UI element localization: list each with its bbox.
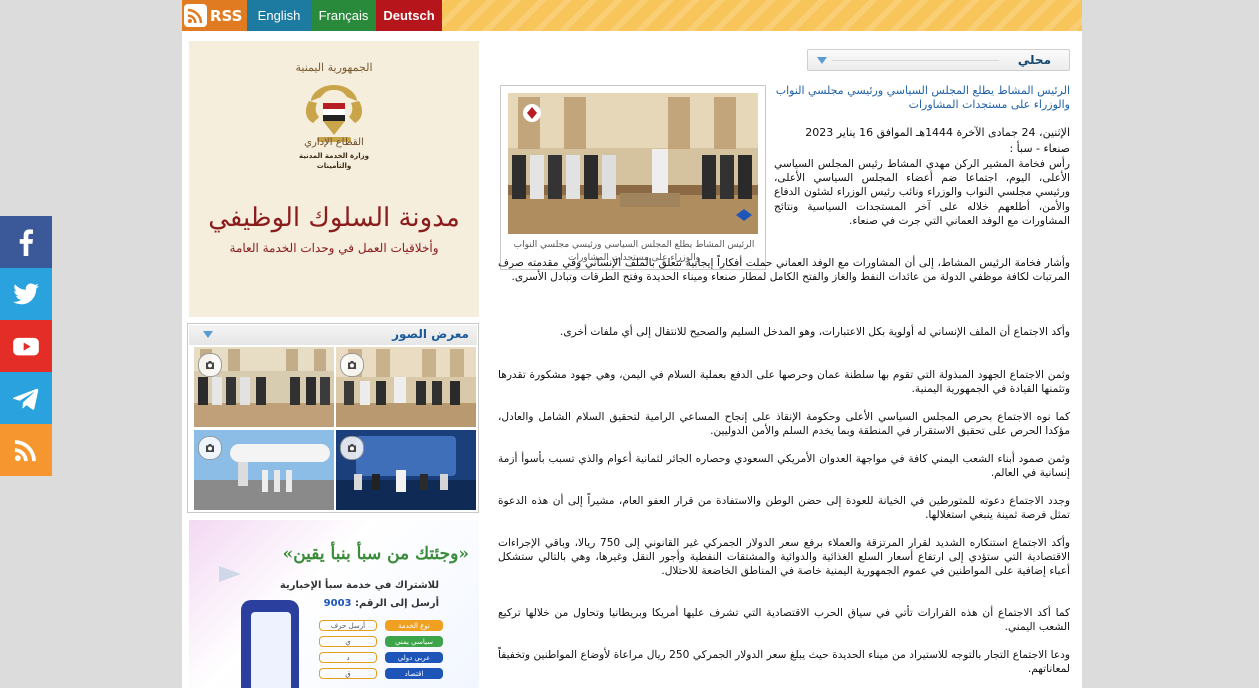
table-cell: د [319, 652, 377, 663]
article-paragraph: وأكد الاجتماع استنكاره الشديد لقرار المر… [498, 537, 1070, 577]
banner-title: مدونة السلوك الوظيفي [208, 203, 460, 233]
phone-screen [251, 612, 291, 688]
banner2-line2: أرسل إلى الرقم: 9003 [324, 598, 439, 609]
article-paragraph: رأس فخامة المشير الركن مهدي المشاط رئيس … [774, 158, 1070, 227]
banner-sector-text: القطاع الإداري [304, 137, 364, 148]
banner2-headline: «وجئتك من سبأ بنبأ يقين» [282, 544, 469, 564]
chevron-down-icon[interactable] [203, 331, 213, 338]
facebook-link[interactable] [0, 216, 52, 268]
banner2-line1: للاشتراك في خدمة سبأ الإخبارية [279, 580, 439, 591]
rss-feed-icon [14, 440, 36, 462]
camera-icon [340, 436, 364, 460]
table-cell: عربي دولي [385, 652, 443, 663]
meeting-photo [508, 93, 758, 234]
language-english[interactable]: English [247, 0, 311, 31]
saba-subscription-banner[interactable]: «وجئتك من سبأ بنبأ يقين» للاشتراك في خدم… [189, 520, 479, 688]
gallery-thumb-1[interactable] [336, 347, 476, 427]
gallery-title: معرض الصور [392, 327, 469, 341]
article-photo-box: الرئيس المشاط يطلع المجلس السياسي ورئيسي… [500, 85, 766, 270]
telegram-link[interactable] [0, 372, 52, 424]
code-of-conduct-banner[interactable]: الجمهورية اليمنية القطاع الإداري وزارة ا… [189, 41, 479, 317]
banner2-number: 9003 [323, 598, 352, 609]
chevron-down-icon[interactable] [817, 57, 827, 64]
camera-icon [198, 353, 222, 377]
banner-country-text: الجمهورية اليمنية [295, 61, 373, 74]
language-german[interactable]: Deutsch [376, 0, 442, 31]
article-date: الإثنين، 24 جمادى الآخرة 1444هـ الموافق … [805, 126, 1070, 139]
rss-icon [184, 4, 207, 27]
article-paragraph: كما نوه الاجتماع بحرص المجلس السياسي الأ… [498, 411, 1070, 437]
twitter-icon [13, 283, 39, 305]
facebook-icon [19, 229, 33, 256]
service-table-row: ق اقتصاد [319, 668, 443, 679]
section-divider [832, 60, 999, 61]
article-paragraph: وثمن صمود أبناء الشعب اليمني كافة في موا… [498, 453, 1070, 479]
rss-button[interactable]: RSS [182, 0, 247, 31]
banner-ministry-line2: والتأمينات [316, 162, 352, 170]
service-table-row: ي سياسي يمني [319, 636, 443, 647]
table-cell: سياسي يمني [385, 636, 443, 647]
article-paragraph: وثمن الاجتماع الجهود المبذولة التي تقوم … [498, 369, 1070, 395]
gallery-thumb-2[interactable] [194, 347, 334, 427]
page-container: RSS English Français Deutsch الجمهورية ا… [182, 0, 1082, 688]
table-cell: نوع الخدمة [385, 620, 443, 631]
rss-label: RSS [210, 6, 243, 25]
table-cell: ي [319, 636, 377, 647]
gallery-header: معرض الصور [189, 325, 477, 345]
gallery-thumb-3[interactable] [336, 430, 476, 510]
table-cell: ق [319, 668, 377, 679]
banner-ministry-line1: وزارة الخدمة المدنية [298, 152, 369, 160]
article-paragraph: وأشار فخامة الرئيس المشاط، إلى أن المشاو… [498, 257, 1070, 283]
youtube-icon [13, 337, 39, 356]
twitter-link[interactable] [0, 268, 52, 320]
article-photo[interactable] [508, 93, 758, 234]
photo-gallery: معرض الصور [187, 323, 479, 513]
article-paragraph: وأكد الاجتماع أن الملف الإنساني له أولوي… [560, 326, 1070, 338]
language-french[interactable]: Français [311, 0, 376, 31]
camera-icon [340, 353, 364, 377]
section-header: محلي [807, 49, 1070, 71]
article-paragraph: كما أكد الاجتماع أن هذه القرارات تأتي في… [498, 607, 1070, 633]
table-cell: أرسل حرف [319, 620, 377, 631]
section-title: محلي [1017, 53, 1051, 67]
article-paragraph: ودعا الاجتماع التجار بالتوجه للاستيراد م… [498, 649, 1070, 675]
article-dateline: صنعاء - سبأ : [1009, 142, 1070, 155]
youtube-link[interactable] [0, 320, 52, 372]
camera-icon [198, 436, 222, 460]
paper-plane-icon [219, 566, 241, 582]
banner2-send-to-label: أرسل إلى الرقم: [355, 598, 439, 609]
service-table: أرسل حرف نوع الخدمة ي سياسي يمني د عربي … [319, 620, 443, 684]
service-table-row: د عربي دولي [319, 652, 443, 663]
rss-feed-link[interactable] [0, 424, 52, 476]
article-headline[interactable]: الرئيس المشاط يطلع المجلس السياسي ورئيسي… [774, 84, 1070, 112]
article-paragraph: وجدد الاجتماع دعوته للمتورطين في الخيانة… [498, 495, 1070, 521]
banner-ministry-text: وزارة الخدمة المدنية والتأمينات [189, 151, 479, 171]
top-bar: RSS English Français Deutsch [182, 0, 1082, 31]
service-table-row: أرسل حرف نوع الخدمة [319, 620, 443, 631]
gallery-thumb-4[interactable] [194, 430, 334, 510]
banner-subtitle: وأخلاقيات العمل في وحدات الخدمة العامة [229, 241, 439, 255]
table-cell: اقتصاد [385, 668, 443, 679]
telegram-icon [13, 388, 39, 410]
